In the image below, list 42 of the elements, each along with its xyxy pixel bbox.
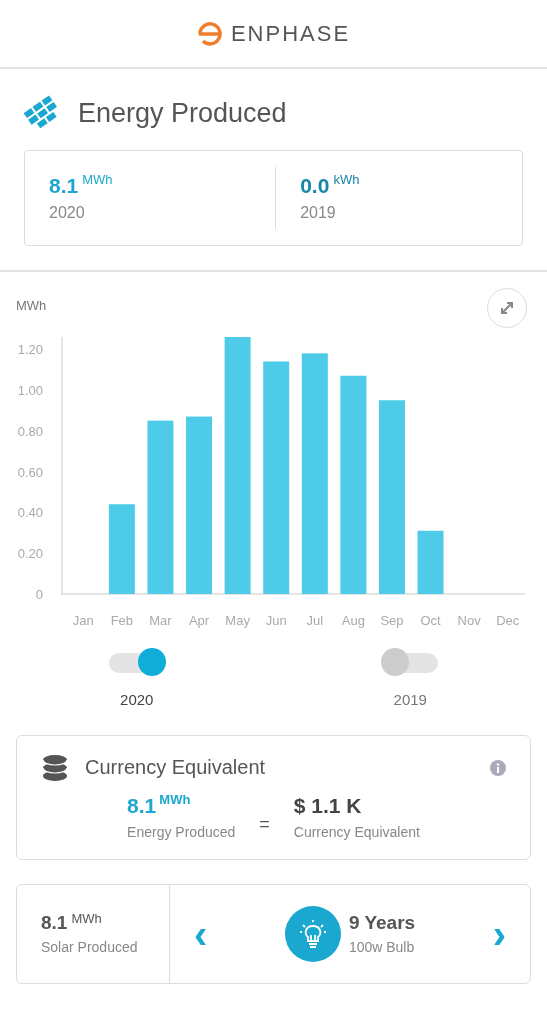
- x-tick-label: Feb: [110, 612, 134, 628]
- next-button[interactable]: ›: [484, 913, 514, 954]
- y-tick-label: 0.80: [17, 423, 43, 439]
- brand-name: ENPHASE: [230, 20, 351, 48]
- x-tick-label: Oct: [420, 612, 441, 628]
- info-icon[interactable]: [490, 759, 506, 776]
- axis-unit-label: MWh: [16, 296, 47, 315]
- coins-icon: [41, 752, 69, 782]
- x-tick-label: Jun: [265, 612, 287, 628]
- x-tick-label: Dec: [496, 612, 520, 628]
- previous-button[interactable]: ‹: [186, 913, 216, 954]
- equivalent-value: 9 Years: [348, 910, 416, 935]
- x-tick-label: Mar: [149, 612, 172, 628]
- solar-label: Solar Produced: [41, 938, 139, 958]
- y-tick-label: 0.20: [17, 545, 43, 561]
- x-tick-label: May: [225, 612, 250, 628]
- x-tick-label: Apr: [188, 612, 210, 628]
- y-tick-label: 0: [35, 586, 43, 602]
- summary-year: 2020: [49, 203, 86, 224]
- logo-icon: [196, 20, 223, 47]
- toggle-label: 2019: [393, 689, 427, 710]
- currency-label: Currency Equivalent: [293, 822, 420, 842]
- toggle-label: 2020: [120, 689, 154, 710]
- x-tick-label: Jul: [306, 612, 324, 628]
- equals-sign: =: [259, 812, 270, 836]
- y-tick-label: 0.40: [17, 504, 43, 520]
- x-tick-label: Jan: [72, 612, 94, 628]
- summary-year: 2019: [300, 203, 337, 224]
- card-title: Currency Equivalent: [85, 755, 267, 780]
- bar: [417, 530, 444, 594]
- y-tick-label: 1.20: [17, 341, 43, 357]
- x-tick-label: Aug: [341, 612, 365, 628]
- energy-label: Energy Produced: [127, 822, 236, 842]
- x-tick-label: Sep: [380, 612, 404, 628]
- equivalent-label: 100w Bulb: [348, 938, 416, 958]
- currency-amount: $ 1.1 K: [293, 793, 363, 819]
- y-tick-label: 0.60: [17, 464, 43, 480]
- y-tick-label: 1.00: [17, 382, 43, 398]
- page-title: Energy Produced: [78, 97, 287, 130]
- expand-button[interactable]: [487, 287, 527, 328]
- solar-value: 8.1 MWh: [41, 909, 103, 935]
- x-tick-label: Nov: [457, 612, 481, 628]
